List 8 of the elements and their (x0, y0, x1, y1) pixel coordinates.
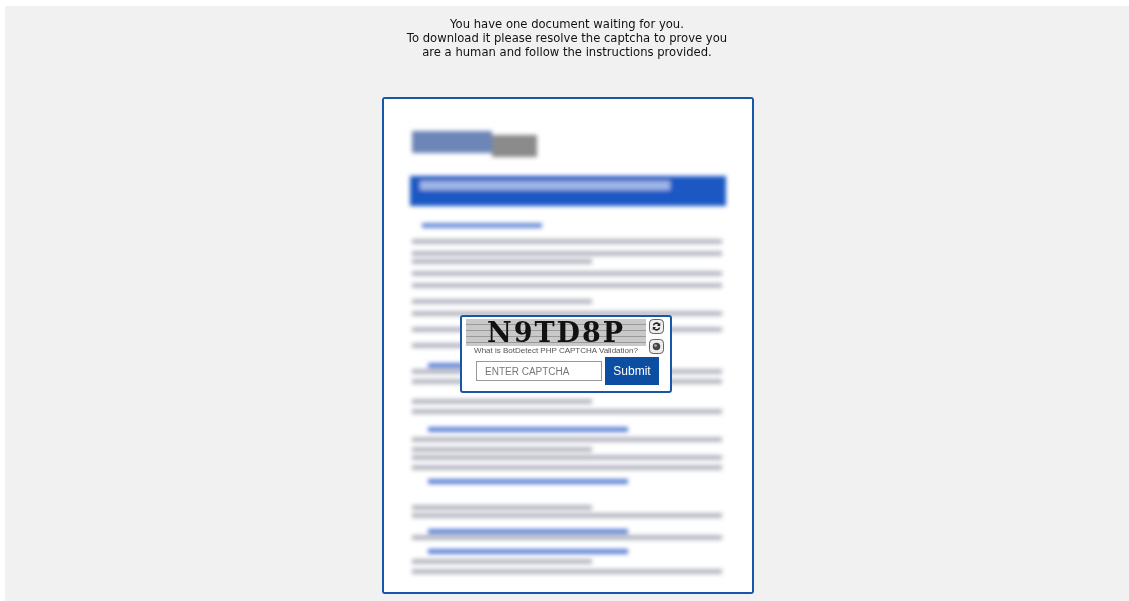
message-text: To download it please resolve the captcha to prove you (406, 31, 728, 45)
submit-button[interactable]: Submit (605, 357, 659, 385)
refresh-icon[interactable] (649, 319, 664, 334)
captcha-field[interactable]: ENTER CAPTCHA (476, 361, 602, 381)
help-link[interactable]: What is BotDetect PHP CAPTCHA Validation? (474, 346, 638, 355)
message-text: are a human and follow the instructions provided. (422, 45, 712, 59)
message-text: You have one document waiting for you. (450, 17, 684, 31)
captcha-image: N9TD8P (466, 319, 646, 346)
